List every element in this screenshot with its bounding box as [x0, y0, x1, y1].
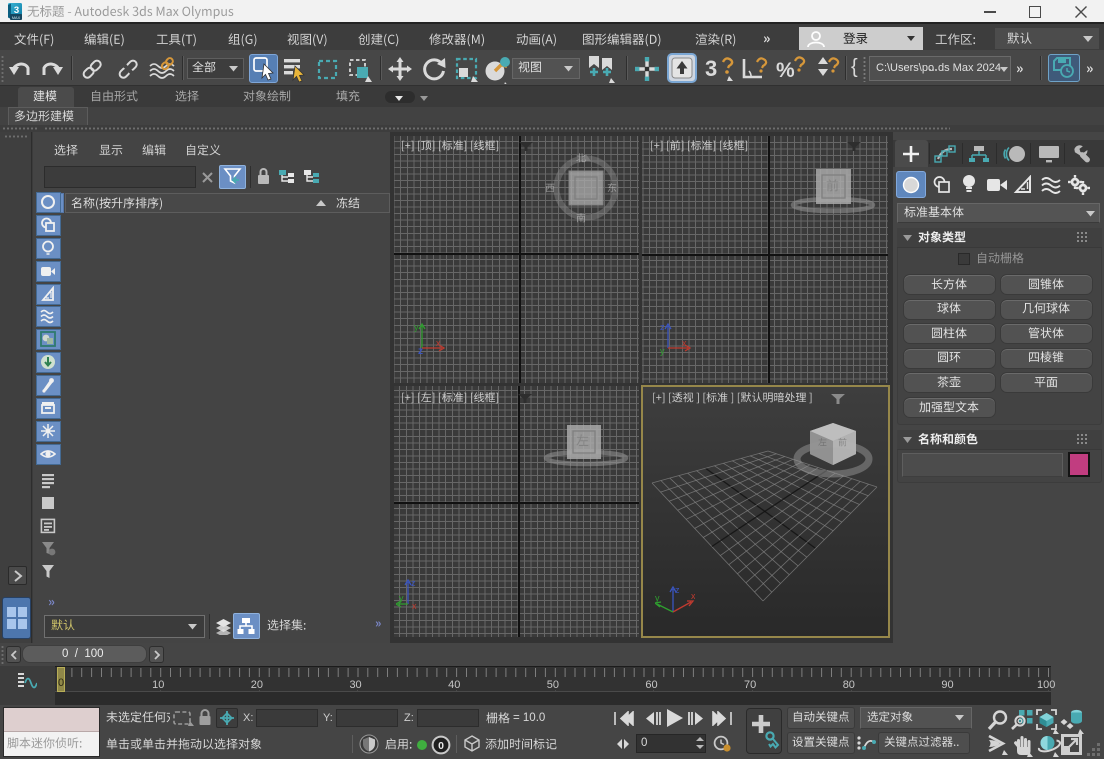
- svg-text:x: x: [436, 338, 441, 348]
- svg-text:z: z: [660, 322, 665, 332]
- svg-text:y: y: [655, 593, 660, 603]
- svg-text:3: 3: [14, 5, 19, 16]
- svg-text:x: x: [682, 338, 687, 348]
- svg-text:MAX: MAX: [12, 16, 21, 20]
- svg-text:x: x: [691, 591, 695, 601]
- svg-text:y: y: [660, 346, 665, 356]
- svg-text:y: y: [399, 593, 404, 603]
- svg-text:%: %: [776, 59, 795, 82]
- svg-text:y: y: [414, 322, 419, 332]
- svg-text:0: 0: [438, 740, 444, 752]
- svg-text:z: z: [675, 585, 680, 595]
- svg-text:z: z: [411, 578, 416, 588]
- svg-text:3: 3: [705, 56, 717, 81]
- svg-text:x: x: [412, 601, 417, 611]
- svg-text:z: z: [418, 346, 423, 356]
